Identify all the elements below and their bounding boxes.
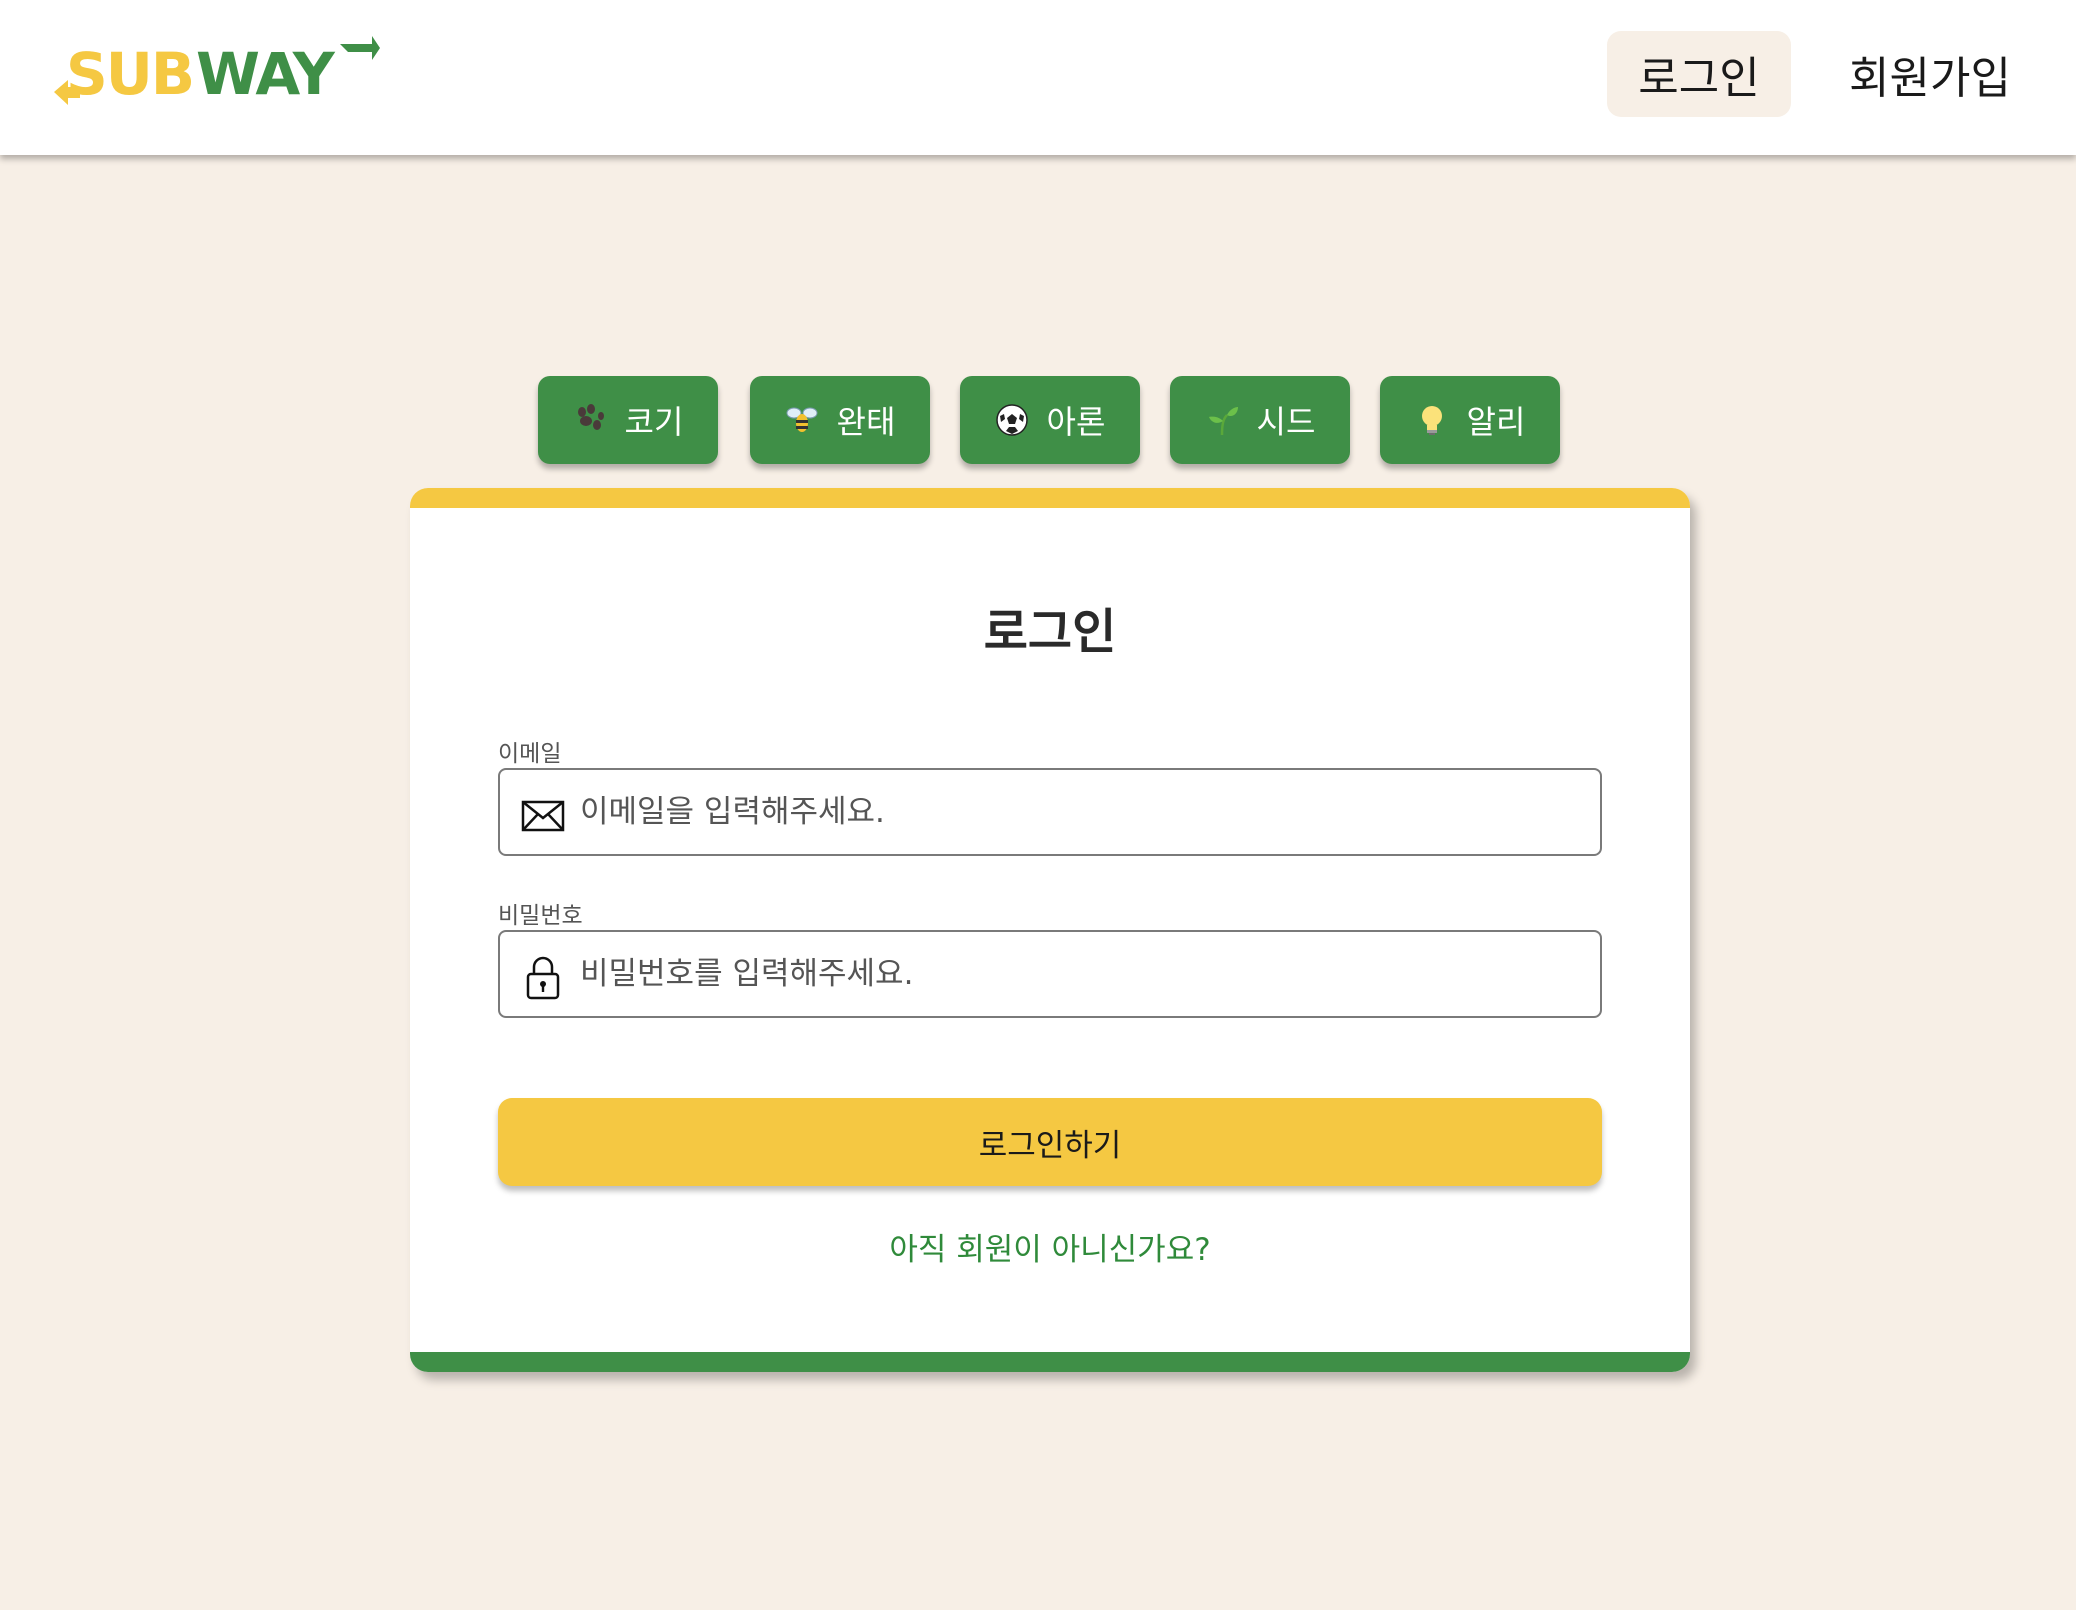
card-top-accent	[410, 488, 1690, 508]
bee-icon	[786, 407, 818, 432]
email-field[interactable]	[498, 768, 1602, 856]
envelope-icon	[521, 800, 565, 832]
login-card: 로그인 이메일 비밀번호 로그인하기 아직 회원이 아니신가요?	[410, 488, 1690, 1372]
signup-prompt-link[interactable]: 아직 회원이 아니신가요?	[410, 1224, 1690, 1269]
email-input[interactable]	[580, 780, 1580, 844]
quick-login-label: 시드	[1256, 403, 1316, 441]
quick-login-label: 알리	[1466, 403, 1526, 441]
quick-login-label: 코기	[624, 403, 684, 441]
quick-login-label: 아론	[1046, 403, 1106, 441]
password-label: 비밀번호	[498, 903, 583, 929]
login-submit-button[interactable]: 로그인하기	[498, 1098, 1602, 1186]
quick-login-aron-button[interactable]: 아론	[960, 376, 1140, 464]
password-input[interactable]	[580, 942, 1580, 1006]
top-header: SUB WAY 로그인 회원가입	[0, 0, 2076, 155]
page-title: 로그인	[983, 604, 1117, 660]
nav-login-link[interactable]: 로그인	[1607, 31, 1791, 117]
quick-login-seed-button[interactable]: 시드	[1170, 376, 1350, 464]
quick-login-wantae-button[interactable]: 완태	[750, 376, 930, 464]
quick-login-label: 완태	[836, 403, 896, 441]
seedling-icon	[1208, 407, 1238, 436]
soccer-ball-icon	[995, 404, 1028, 436]
quick-login-ali-button[interactable]: 알리	[1380, 376, 1560, 464]
quick-login-corgi-button[interactable]: 코기	[538, 376, 718, 464]
svg-text:WAY: WAY	[196, 40, 336, 106]
card-bottom-accent	[410, 1352, 1690, 1372]
nav-signup-link[interactable]: 회원가입	[1830, 31, 2030, 117]
svg-text:SUB: SUB	[66, 40, 193, 106]
subway-logo[interactable]: SUB WAY	[50, 32, 380, 106]
lock-icon	[526, 956, 560, 1000]
email-label: 이메일	[498, 741, 562, 767]
password-field[interactable]	[498, 930, 1602, 1018]
light-bulb-icon	[1421, 406, 1442, 435]
paw-icon	[577, 404, 604, 430]
